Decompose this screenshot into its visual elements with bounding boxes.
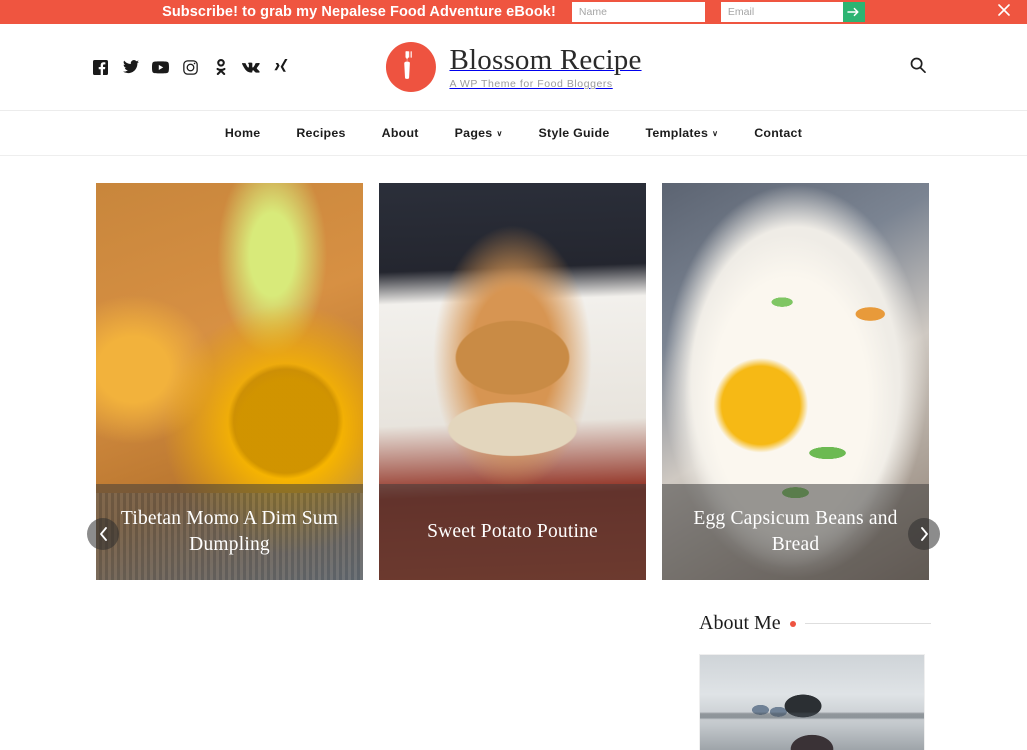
facebook-icon	[93, 59, 108, 75]
nav-link-home[interactable]: Home	[207, 126, 278, 140]
nav-label: Templates	[645, 126, 709, 140]
featured-slider: Tibetan Momo A Dim Sum Dumpling Sweet Po…	[0, 156, 1027, 580]
site-tagline: A WP Theme for Food Bloggers	[449, 78, 613, 91]
slide-caption: Egg Capsicum Beans and Bread	[662, 484, 929, 580]
nav-label: Style Guide	[538, 126, 610, 140]
close-banner-button[interactable]	[995, 3, 1013, 21]
main-navigation: Home Recipes About Pages ∨ Style Guide T…	[0, 111, 1027, 156]
search-icon	[910, 57, 926, 78]
site-header: Blossom Recipe A WP Theme for Food Blogg…	[0, 24, 1027, 111]
about-me-widget-header: About Me	[699, 612, 931, 635]
nav-item-recipes: Recipes	[278, 126, 363, 140]
subscribe-banner: Subscribe! to grab my Nepalese Food Adve…	[0, 0, 1027, 24]
nav-label: Pages	[454, 126, 493, 140]
vk-icon	[241, 62, 260, 73]
brand-text: Blossom Recipe A WP Theme for Food Blogg…	[449, 43, 642, 91]
slide-item[interactable]: Egg Capsicum Beans and Bread	[662, 183, 929, 580]
youtube-icon	[152, 60, 169, 74]
sidebar: About Me	[699, 610, 931, 750]
chevron-right-icon	[920, 527, 929, 541]
site-brand[interactable]: Blossom Recipe A WP Theme for Food Blogg…	[385, 42, 641, 92]
nav-list: Home Recipes About Pages ∨ Style Guide T…	[207, 126, 820, 140]
slide-track: Tibetan Momo A Dim Sum Dumpling Sweet Po…	[0, 183, 1027, 580]
close-icon	[998, 3, 1010, 21]
social-link-youtube[interactable]	[152, 59, 169, 76]
fork-icon	[403, 50, 418, 85]
arrow-right-icon	[847, 7, 860, 17]
nav-label: Home	[224, 126, 261, 140]
search-button[interactable]	[906, 55, 930, 79]
nav-item-style-guide: Style Guide	[521, 126, 628, 140]
slide-item[interactable]: Sweet Potato Poutine	[379, 183, 646, 580]
content-area: About Me	[0, 580, 1027, 750]
slider-next-button[interactable]	[908, 518, 940, 550]
slide-title: Tibetan Momo A Dim Sum Dumpling	[120, 508, 339, 555]
subscribe-message: Subscribe! to grab my Nepalese Food Adve…	[162, 4, 556, 20]
post-list-column	[96, 610, 669, 750]
odnoklassniki-icon	[215, 59, 227, 75]
nav-item-home: Home	[207, 126, 278, 140]
about-me-photo	[699, 654, 925, 750]
twitter-icon	[122, 60, 139, 74]
nav-link-style-guide[interactable]: Style Guide	[521, 126, 628, 140]
chevron-down-icon: ∨	[712, 129, 719, 138]
nav-item-about: About	[364, 126, 437, 140]
nav-link-templates[interactable]: Templates ∨	[627, 126, 736, 140]
social-link-facebook[interactable]	[92, 59, 109, 76]
social-link-instagram[interactable]	[182, 59, 199, 76]
slide-item[interactable]: Tibetan Momo A Dim Sum Dumpling	[96, 183, 363, 580]
slide-title: Egg Capsicum Beans and Bread	[693, 508, 898, 555]
nav-link-contact[interactable]: Contact	[736, 126, 820, 140]
nav-label: Recipes	[296, 126, 346, 140]
slide-caption: Sweet Potato Poutine	[379, 484, 646, 580]
social-link-twitter[interactable]	[122, 59, 139, 76]
xing-icon	[273, 59, 288, 75]
nav-link-pages[interactable]: Pages ∨	[437, 126, 521, 140]
social-link-vk[interactable]	[241, 59, 260, 76]
nav-item-templates: Templates ∨	[627, 126, 736, 140]
subscribe-email-input[interactable]	[720, 2, 843, 22]
nav-label: About	[381, 126, 419, 140]
nav-item-contact: Contact	[736, 126, 820, 140]
logo-mark	[385, 42, 436, 92]
social-links	[92, 59, 289, 76]
social-link-odnoklassniki[interactable]	[212, 59, 229, 76]
divider	[804, 623, 931, 624]
chevron-down-icon: ∨	[496, 129, 503, 138]
about-image-kitchen	[700, 655, 924, 750]
subscribe-email-group	[720, 2, 865, 22]
site-title: Blossom Recipe	[449, 43, 642, 76]
widget-title: About Me	[699, 612, 781, 634]
nav-label: Contact	[754, 126, 803, 140]
subscribe-name-input[interactable]	[571, 2, 705, 22]
subscribe-submit-button[interactable]	[842, 2, 865, 22]
accent-dot-icon	[789, 620, 796, 627]
slider-prev-button[interactable]	[87, 518, 119, 550]
slide-title: Sweet Potato Poutine	[427, 521, 598, 543]
nav-link-about[interactable]: About	[364, 126, 437, 140]
nav-link-recipes[interactable]: Recipes	[278, 126, 363, 140]
nav-item-pages: Pages ∨	[437, 126, 521, 140]
slide-caption: Tibetan Momo A Dim Sum Dumpling	[96, 484, 363, 580]
instagram-icon	[183, 59, 198, 75]
chevron-left-icon	[99, 527, 108, 541]
social-link-xing[interactable]	[272, 59, 289, 76]
